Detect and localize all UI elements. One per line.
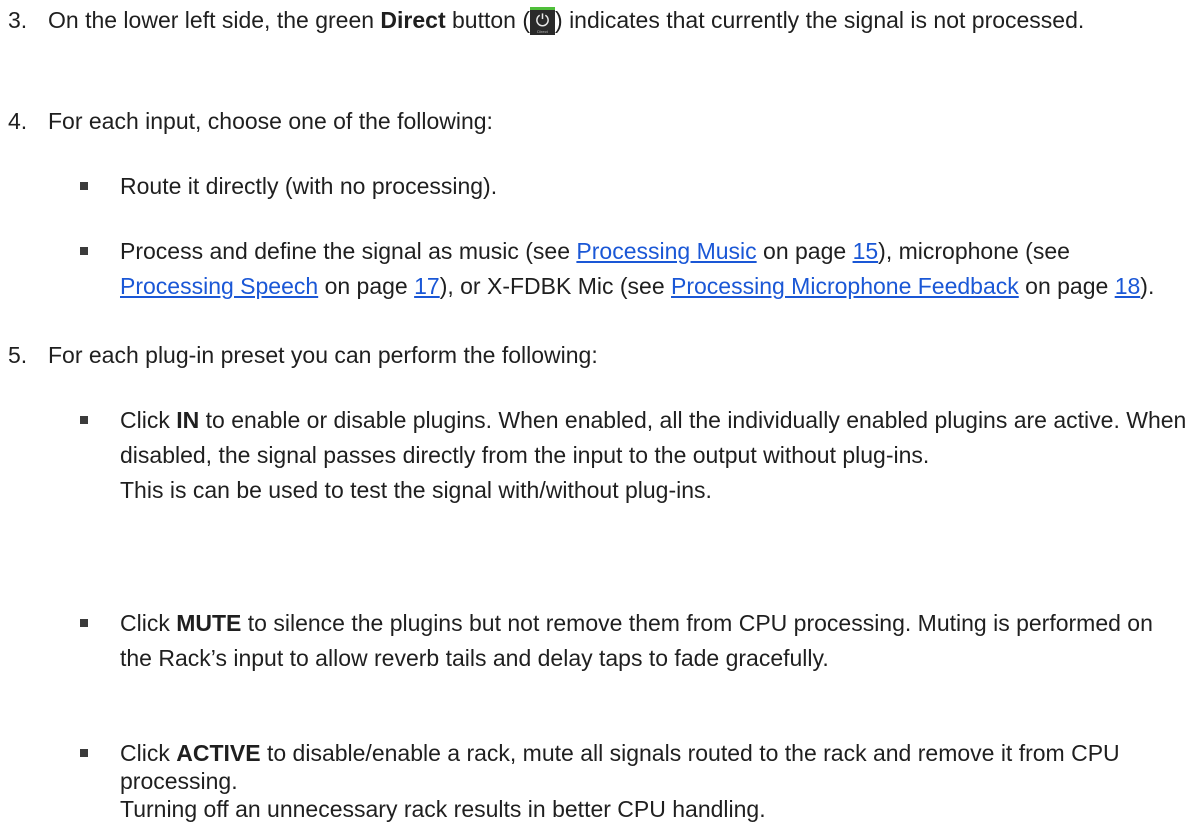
step-5: 5. For each plug-in preset you can perfo… bbox=[8, 338, 1188, 373]
bold-term: ACTIVE bbox=[176, 740, 261, 766]
text-run: Click bbox=[120, 740, 177, 766]
text-run: Click bbox=[120, 407, 177, 433]
text-run: On the lower left side, the green bbox=[48, 7, 381, 33]
bullet-marker bbox=[80, 247, 88, 255]
list-item-text: Click IN to enable or disable plugins. W… bbox=[120, 403, 1190, 473]
list-item-text: Process and define the signal as music (… bbox=[120, 234, 1190, 304]
text-run: Click bbox=[120, 610, 177, 636]
bold-term: MUTE bbox=[176, 610, 242, 636]
link-page-15[interactable]: 15 bbox=[853, 238, 879, 264]
link-page-17[interactable]: 17 bbox=[414, 273, 440, 299]
text-run: ), or X-FDBK Mic (see bbox=[439, 273, 672, 299]
text-run: on page bbox=[756, 238, 853, 264]
bullet-marker bbox=[80, 416, 88, 424]
list-item: Click ACTIVE to disable/enable a rack, m… bbox=[80, 739, 1190, 823]
text-run: ) indicates that currently the signal is… bbox=[555, 7, 1085, 33]
text-run: ), microphone (see bbox=[878, 238, 1070, 264]
list-item-note: This is can be used to test the signal w… bbox=[120, 477, 712, 503]
link-processing-music[interactable]: Processing Music bbox=[576, 238, 756, 264]
step-text: For each input, choose one of the follow… bbox=[48, 108, 493, 134]
list-item: Click IN to enable or disable plugins. W… bbox=[80, 403, 1190, 508]
icon-label: Direct bbox=[537, 29, 548, 34]
text-run: on page bbox=[1018, 273, 1115, 299]
power-icon bbox=[536, 13, 549, 27]
direct-button-icon: Direct bbox=[530, 7, 556, 35]
list-item: Click MUTE to silence the plugins but no… bbox=[80, 606, 1190, 676]
step-text: For each plug-in preset you can perform … bbox=[48, 342, 598, 368]
list-item: Route it directly (with no processing). bbox=[80, 169, 1190, 204]
bullet-marker bbox=[80, 619, 88, 627]
text-run: button ( bbox=[445, 7, 531, 33]
text-run: to silence the plugins but not remove th… bbox=[120, 610, 1153, 671]
list-item-note: Turning off an unnecessary rack results … bbox=[120, 796, 766, 822]
list-item-text: Route it directly (with no processing). bbox=[120, 173, 498, 199]
bullet-marker bbox=[80, 182, 88, 190]
step-number: 3. bbox=[8, 7, 28, 33]
step-text: On the lower left side, the green Direct… bbox=[48, 3, 1188, 38]
bold-term: IN bbox=[176, 407, 200, 433]
text-run: to enable or disable plugins. When enabl… bbox=[120, 407, 1187, 468]
link-processing-speech[interactable]: Processing Speech bbox=[120, 273, 318, 299]
step-number: 4. bbox=[8, 108, 28, 134]
step-number: 5. bbox=[8, 342, 28, 368]
list-item-text: Click ACTIVE to disable/enable a rack, m… bbox=[120, 739, 1190, 795]
step-3: 3. On the lower left side, the green Dir… bbox=[8, 3, 1188, 38]
step-4: 4. For each input, choose one of the fol… bbox=[8, 104, 1188, 139]
text-run: to disable/enable a rack, mute all signa… bbox=[120, 740, 1120, 794]
bold-term: Direct bbox=[380, 7, 446, 33]
list-item-text: Click MUTE to silence the plugins but no… bbox=[120, 606, 1190, 676]
link-page-18[interactable]: 18 bbox=[1115, 273, 1141, 299]
text-run: on page bbox=[318, 273, 415, 299]
text-run: Process and define the signal as music (… bbox=[120, 238, 577, 264]
text-run: ). bbox=[1140, 273, 1155, 299]
list-item: Process and define the signal as music (… bbox=[80, 234, 1190, 304]
link-processing-microphone-feedback[interactable]: Processing Microphone Feedback bbox=[671, 273, 1019, 299]
bullet-marker bbox=[80, 749, 88, 757]
